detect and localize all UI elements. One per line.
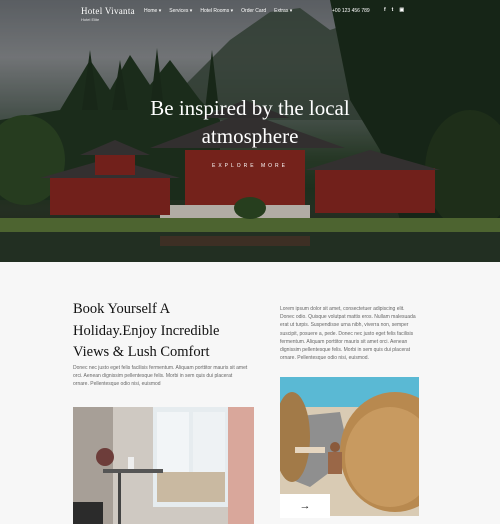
twitter-icon[interactable]: t [392, 7, 394, 13]
explore-more-button[interactable]: EXPLORE MORE [0, 163, 500, 169]
room-interior-image [73, 407, 254, 524]
intro-heading-line-1: Book Yourself A [73, 301, 171, 317]
menu-item-order-card[interactable]: Order Card [241, 8, 266, 14]
menu-item-home[interactable]: Home ▾ [144, 8, 161, 14]
phone-number[interactable]: +00 123 456 789 [332, 8, 370, 14]
brand-logo[interactable]: Hotel Vivanta Hotel Elite [81, 6, 135, 22]
top-navigation: Hotel Vivanta Hotel Elite Home ▾ Service… [0, 0, 500, 30]
intro-heading-line-2: Holiday.Enjoy Incredible [73, 322, 220, 339]
social-links: f t ▣ [384, 7, 404, 13]
hero-section: Hotel Vivanta Hotel Elite Home ▾ Service… [0, 0, 500, 262]
menu-item-services[interactable]: Services ▾ [169, 8, 192, 14]
intro-heading-line-3: Views & Lush Comfort [73, 344, 210, 360]
menu-item-hotel-rooms[interactable]: Hotel Rooms ▾ [200, 8, 233, 14]
hero-title-line-2: atmosphere [201, 124, 299, 148]
hero-title-line-1: Be inspired by the local [150, 96, 350, 120]
next-arrow-button[interactable]: → [280, 494, 330, 518]
instagram-icon[interactable]: ▣ [399, 7, 404, 13]
intro-left-text: Donec nec justo eget felis facilisis fer… [73, 365, 248, 388]
brand-tagline: Hotel Elite [81, 17, 100, 22]
intro-heading: Book Yourself A Holiday.Enjoy Incredible… [73, 299, 243, 364]
main-menu: Home ▾ Services ▾ Hotel Rooms ▾ Order Ca… [144, 8, 292, 14]
hero-title: Be inspired by the local atmosphere [0, 94, 500, 150]
facebook-icon[interactable]: f [384, 7, 386, 13]
intro-right-text: Lorem ipsum dolor sit amet, consectetuer… [280, 306, 416, 362]
brand-name: Hotel Vivanta [81, 6, 135, 16]
menu-item-extras[interactable]: Extras ▾ [274, 8, 292, 14]
